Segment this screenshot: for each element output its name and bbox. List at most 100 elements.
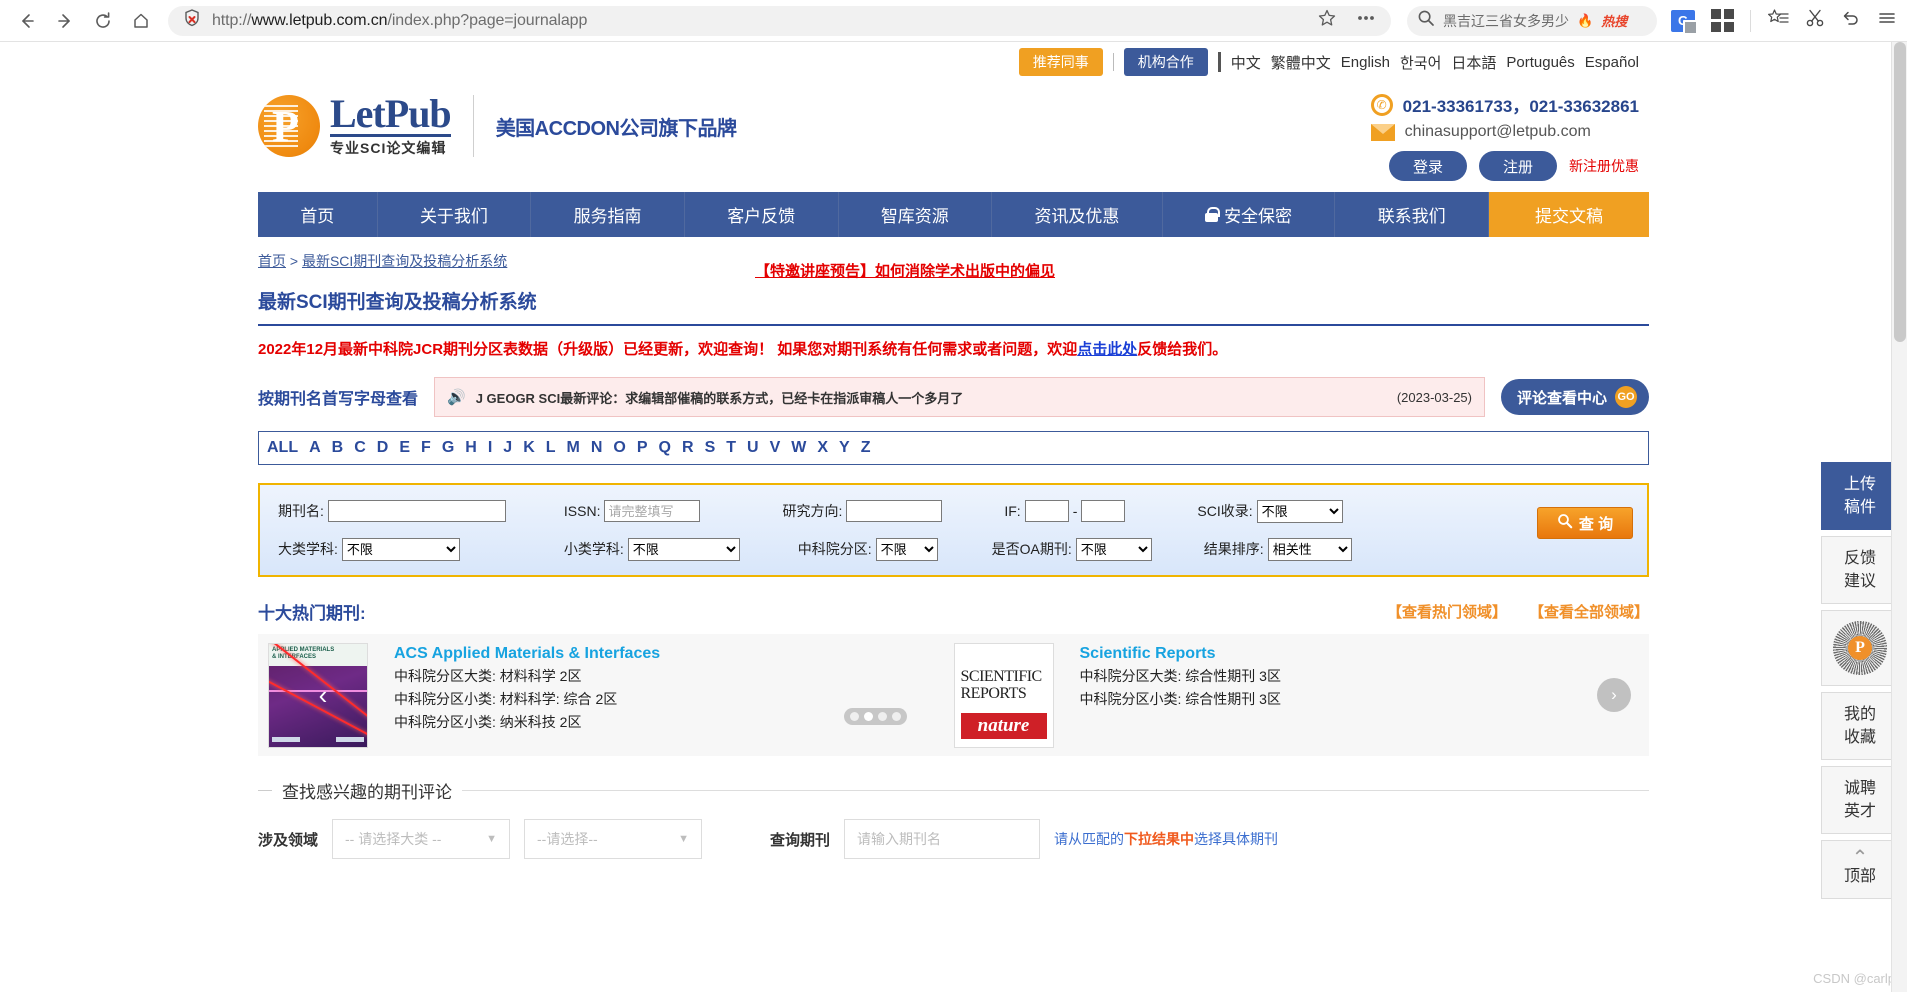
rail-item-wechat-qr[interactable] [1821,610,1899,686]
alpha-k[interactable]: K [523,439,535,457]
nav-item-security[interactable]: 安全保密 [1163,192,1336,237]
alpha-e[interactable]: E [399,439,410,457]
lang-en[interactable]: English [1341,54,1390,71]
site-logo[interactable]: P LetPub 专业SCI论文编辑 美国ACCDON公司旗下品牌 [258,94,737,158]
nav-item-feedback[interactable]: 客户反馈 [685,192,839,237]
journal-name-input[interactable] [327,500,506,522]
lang-zh-tw[interactable]: 繁體中文 [1271,52,1331,73]
major-subject-select[interactable]: 不限 [341,537,460,561]
carousel-dots[interactable] [844,708,907,725]
view-all-fields-link[interactable]: 【查看全部领域】 [1529,601,1649,622]
nav-item-contact[interactable]: 联系我们 [1335,192,1489,237]
journal-card[interactable]: APPLIED MATERIALS& INTERFACES ACS Applie… [268,634,954,756]
lang-ko[interactable]: 한국어 [1400,52,1441,73]
alpha-o[interactable]: O [613,439,625,457]
nav-item-news[interactable]: 资讯及优惠 [992,192,1163,237]
lang-ja[interactable]: 日本語 [1451,52,1496,73]
alpha-c[interactable]: C [354,439,366,457]
major-category-select[interactable]: -- 请选择大类 -- ▼ [332,819,511,859]
minor-subject-select[interactable]: 不限 [627,537,740,561]
breadcrumb-home[interactable]: 首页 [258,253,286,269]
sub-category-select[interactable]: --请选择-- ▼ [524,819,703,859]
ellipsis-icon[interactable] [1355,8,1377,33]
back-arrow-icon[interactable] [10,4,44,38]
alpha-i[interactable]: I [488,439,492,457]
sci-index-select[interactable]: 不限 [1256,499,1343,523]
app-grid-icon[interactable] [1711,9,1734,32]
alpha-u[interactable]: U [747,439,759,457]
alpha-f[interactable]: F [421,439,431,457]
alpha-l[interactable]: L [546,439,556,457]
query-journal-input[interactable]: 请输入期刊名 [844,819,1041,859]
search-input[interactable]: 黑吉辽三省女多男少 🔥 热搜 [1407,5,1657,36]
rail-item-careers[interactable]: 诚聘 英才 [1821,766,1899,834]
forward-arrow-icon[interactable] [48,4,82,38]
if-max-input[interactable] [1081,500,1126,522]
support-email[interactable]: chinasupport@letpub.com [1405,123,1591,141]
alpha-p[interactable]: P [637,439,648,457]
breadcrumb-current[interactable]: 最新SCI期刊查询及投稿分析系统 [302,253,507,269]
alpha-b[interactable]: B [332,439,344,457]
alpha-h[interactable]: H [465,439,477,457]
rail-item-upload-manuscript[interactable]: 上传 稿件 [1821,462,1899,530]
page-scrollbar[interactable] [1891,42,1907,992]
alpha-a[interactable]: A [309,439,321,457]
alpha-q[interactable]: Q [659,439,671,457]
feedback-link[interactable]: 点击此处 [1077,341,1137,358]
url-bar[interactable]: http://www.letpub.com.cn/index.php?page=… [168,5,1391,36]
hamburger-menu-icon[interactable] [1877,8,1897,33]
alpha-w[interactable]: W [791,439,806,457]
login-button[interactable]: 登录 [1389,151,1467,181]
nav-item-resources[interactable]: 智库资源 [839,192,993,237]
carousel-prev-button[interactable]: ‹ [306,678,340,712]
register-button[interactable]: 注册 [1479,151,1557,181]
recommend-colleague-button[interactable]: 推荐同事 [1018,48,1103,76]
alpha-m[interactable]: M [567,439,580,457]
review-center-button[interactable]: 评论查看中心 GO [1500,379,1649,415]
rail-item-back-to-top[interactable]: ⌃ 顶部 [1821,840,1899,899]
lang-es[interactable]: Español [1585,54,1639,71]
reload-icon[interactable] [86,4,120,38]
oa-select[interactable]: 不限 [1075,537,1152,561]
alpha-d[interactable]: D [377,439,389,457]
alpha-s[interactable]: S [705,439,716,457]
institution-coop-button[interactable]: 机构合作 [1123,48,1208,76]
alpha-y[interactable]: Y [839,439,850,457]
alpha-r[interactable]: R [682,439,694,457]
nav-item-services[interactable]: 服务指南 [531,192,685,237]
carousel-next-button[interactable]: › [1597,678,1631,712]
journal-name-link[interactable]: ACS Applied Materials & Interfaces [394,645,660,663]
alpha-z[interactable]: Z [861,439,871,457]
alpha-j[interactable]: J [503,439,512,457]
research-field-input[interactable] [846,500,943,522]
undo-icon[interactable] [1841,8,1861,33]
lang-pt[interactable]: Português [1506,54,1574,71]
journal-card[interactable]: SCIENTIFIC REPORTS nature Scientific Repo… [953,634,1640,756]
if-min-input[interactable] [1024,500,1069,522]
scrollbar-thumb[interactable] [1894,42,1906,342]
home-icon[interactable] [124,4,158,38]
alpha-n[interactable]: N [591,439,603,457]
journal-name-link[interactable]: Scientific Reports [1080,645,1281,663]
rail-item-feedback[interactable]: 反馈 建议 [1821,536,1899,604]
alpha-g[interactable]: G [442,439,454,457]
cas-zone-select[interactable]: 不限 [875,537,938,561]
star-icon[interactable] [1317,8,1337,33]
alpha-x[interactable]: X [817,439,828,457]
alpha-all[interactable]: ALL [267,439,298,457]
favorites-icon[interactable] [1767,8,1789,33]
issn-input[interactable] [604,500,701,522]
sort-select[interactable]: 相关性 [1267,537,1352,561]
nav-item-submit[interactable]: 提交文稿 [1489,192,1649,237]
search-button[interactable]: 查 询 [1537,507,1633,539]
announcement-text[interactable]: J GEOGR SCI最新评论：求编辑部催稿的联系方式，已经卡在指派审稿人一个多… [476,388,1387,407]
alpha-v[interactable]: V [770,439,781,457]
nav-item-home[interactable]: 首页 [258,192,378,237]
rail-item-my-favorites[interactable]: 我的 收藏 [1821,692,1899,760]
google-translate-icon[interactable]: G [1671,9,1698,35]
lang-zh[interactable]: 中文 [1231,52,1261,73]
alpha-t[interactable]: T [726,439,736,457]
view-hot-fields-link[interactable]: 【查看热门领域】 [1387,601,1507,622]
screenshot-scissors-icon[interactable] [1805,8,1825,33]
nav-item-about[interactable]: 关于我们 [378,192,532,237]
